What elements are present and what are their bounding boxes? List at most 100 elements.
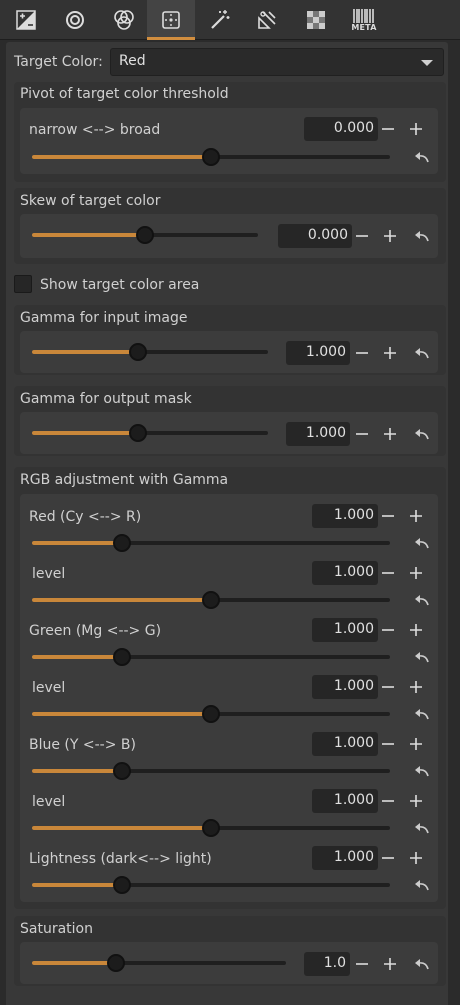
rgb-row-plus-button[interactable] [405,561,427,585]
pivot-minus-button[interactable] [377,117,399,141]
slider-handle[interactable] [129,424,148,442]
rgb-row-plus-button[interactable] [405,846,427,870]
reset-icon [415,152,429,163]
plus-icon [410,681,422,693]
exposure-icon [16,10,36,30]
pivot-value-field[interactable]: 0.000 [304,117,378,141]
rgb-row-reset-button[interactable] [414,766,430,778]
slider-handle[interactable] [129,343,148,361]
minus-icon [382,686,394,688]
reset-icon [415,231,429,242]
reset-icon [415,429,429,440]
raw-tab[interactable] [292,0,340,40]
slider-handle[interactable] [112,534,131,552]
rgb-row-reset-button[interactable] [414,538,430,550]
slider-handle[interactable] [106,954,125,972]
rgb-row-reset-button[interactable] [414,823,430,835]
detail-tab[interactable] [51,0,99,40]
saturation-reset-button[interactable] [414,959,430,971]
rgb-row-reset-button[interactable] [414,880,430,892]
scrollbar[interactable] [454,40,460,1005]
show-target-area-checkbox[interactable] [14,275,32,293]
skew-reset-button[interactable] [414,231,430,243]
rgb-row-minus-button[interactable] [377,846,399,870]
pivot-title: Pivot of target color threshold [20,86,229,102]
rgb-row-value: 1.000 [333,678,374,694]
slider-handle[interactable] [112,762,131,780]
metadata-tab[interactable]: META [340,0,388,40]
saturation-value-field[interactable]: 1.0 [304,952,350,976]
plus-icon [410,510,422,522]
skew-minus-button[interactable] [351,224,373,248]
gamma-input-plus-button[interactable] [379,341,401,365]
gamma-input-minus-button[interactable] [351,341,373,365]
rgb-row-reset-button[interactable] [414,652,430,664]
rgb-row-slider[interactable] [32,819,390,837]
skew-value-field[interactable]: 0.000 [278,224,352,248]
skew-slider[interactable] [32,226,258,244]
rgb-row-slider[interactable] [32,876,390,894]
reset-icon [415,652,429,663]
color-tab[interactable] [100,0,148,40]
exposure-tab[interactable] [2,0,50,40]
slider-handle[interactable] [136,226,154,244]
gamma-output-value-field[interactable]: 1.000 [286,422,350,446]
gamma-output-slider[interactable] [32,424,268,442]
pivot-slider[interactable] [32,148,390,166]
rgb-row-minus-button[interactable] [377,675,399,699]
rgb-row-slider[interactable] [32,648,390,666]
rgb-row-plus-button[interactable] [405,618,427,642]
slider-handle[interactable] [202,819,220,837]
rgb-row-value-field[interactable]: 1.000 [312,618,378,642]
skew-plus-button[interactable] [379,224,401,248]
pivot-reset-button[interactable] [414,152,430,164]
slider-handle[interactable] [202,705,220,723]
magic-wand-tab[interactable] [196,0,244,40]
toolbar: META [0,0,460,40]
gamma-output-plus-button[interactable] [379,422,401,446]
slider-handle[interactable] [202,591,220,609]
metadata-icon [353,8,374,23]
rgb-row-plus-button[interactable] [405,732,427,756]
rgb-row-slider[interactable] [32,534,390,552]
chevron-down-icon [421,60,433,66]
rgb-row-minus-button[interactable] [377,504,399,528]
rgb-row-minus-button[interactable] [377,561,399,585]
rgb-row-plus-button[interactable] [405,504,427,528]
rgb-row-plus-button[interactable] [405,675,427,699]
rgb-row-plus-button[interactable] [405,789,427,813]
rgb-row-reset-button[interactable] [414,709,430,721]
rgb-row-minus-button[interactable] [377,732,399,756]
rgb-row-reset-button[interactable] [414,595,430,607]
gamma-input-slider[interactable] [32,343,268,361]
rgb-row-minus-button[interactable] [377,618,399,642]
pivot-plus-button[interactable] [405,117,427,141]
gamma-output-reset-button[interactable] [414,429,430,441]
rgb-row-minus-button[interactable] [377,789,399,813]
rgb-row-slider[interactable] [32,705,390,723]
slider-handle[interactable] [112,876,131,894]
detail-icon [66,11,84,29]
transform-tab[interactable] [243,0,291,40]
gamma-input-value-field[interactable]: 1.000 [286,341,350,365]
rgb-row-slider[interactable] [32,762,390,780]
rgb-row-value-field[interactable]: 1.000 [312,675,378,699]
rgb-row-value-field[interactable]: 1.000 [312,846,378,870]
gamma-input-reset-button[interactable] [414,348,430,360]
local-adjust-tab[interactable] [147,0,195,40]
target-color-select[interactable]: Red [110,48,444,76]
gamma-output-minus-button[interactable] [351,422,373,446]
slider-handle[interactable] [202,148,220,166]
rgb-row-slider[interactable] [32,591,390,609]
rgb-row-value: 1.000 [333,621,374,637]
saturation-slider[interactable] [32,954,286,972]
saturation-minus-button[interactable] [351,952,373,976]
reset-icon [415,766,429,777]
rgb-row-value-field[interactable]: 1.000 [312,789,378,813]
rgb-row-value-field[interactable]: 1.000 [312,561,378,585]
saturation-plus-button[interactable] [379,952,401,976]
minus-icon [382,572,394,574]
rgb-row-value-field[interactable]: 1.000 [312,732,378,756]
slider-handle[interactable] [112,648,131,666]
rgb-row-value-field[interactable]: 1.000 [312,504,378,528]
